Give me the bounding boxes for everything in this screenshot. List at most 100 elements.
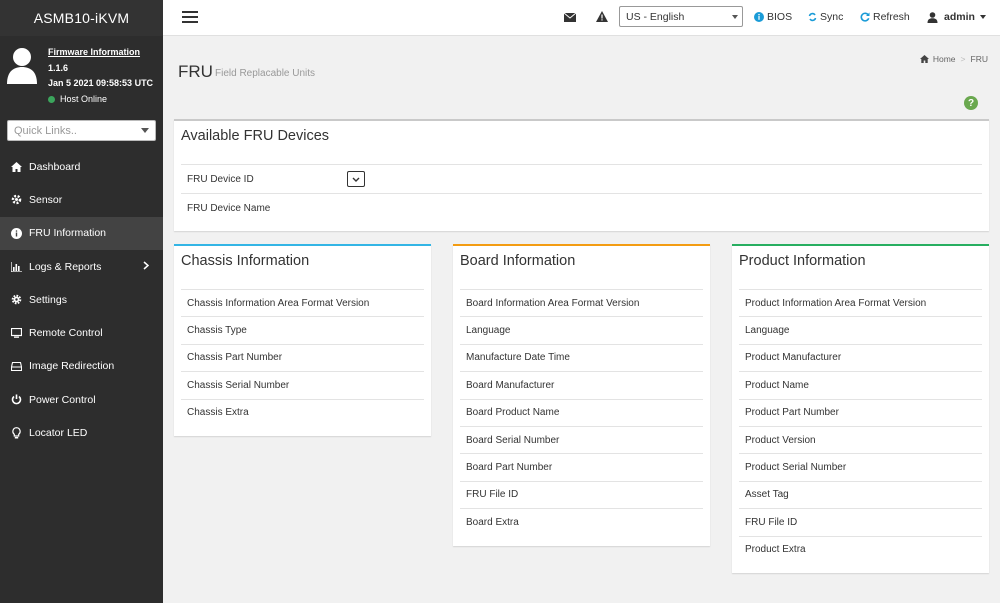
sensor-icon bbox=[11, 194, 22, 205]
info-row: Product Name bbox=[739, 371, 982, 398]
firmware-version: 1.1.6 bbox=[48, 61, 153, 77]
chevron-down-icon bbox=[352, 177, 360, 182]
user-menu[interactable]: admin bbox=[927, 11, 989, 23]
info-row: Language bbox=[739, 316, 982, 343]
sidebar-item-label: Locator LED bbox=[29, 427, 87, 439]
language-value: US - English bbox=[626, 11, 684, 23]
info-row: Manufacture Date Time bbox=[460, 344, 703, 371]
sidebar-item-logs-reports[interactable]: Logs & Reports bbox=[0, 250, 163, 283]
board-info-title: Board Information bbox=[453, 246, 710, 269]
info-row: Product Serial Number bbox=[739, 453, 982, 480]
menu-toggle-icon[interactable] bbox=[182, 11, 198, 23]
bios-button[interactable]: BIOS bbox=[754, 11, 792, 23]
user-avatar-icon bbox=[6, 46, 38, 84]
host-status: Host Online bbox=[48, 92, 153, 108]
info-row: Board Manufacturer bbox=[460, 371, 703, 398]
chevron-down-icon bbox=[141, 128, 149, 133]
info-row: FRU File ID bbox=[460, 481, 703, 508]
page-title: FRU bbox=[178, 62, 213, 82]
chassis-info-panel: Chassis Information Chassis Information … bbox=[174, 244, 431, 436]
sidebar-item-remote-control[interactable]: Remote Control bbox=[0, 316, 163, 349]
page-subtitle: Field Replacable Units bbox=[215, 68, 315, 79]
power-icon bbox=[11, 394, 22, 405]
info-row: Chassis Extra bbox=[181, 399, 424, 426]
breadcrumb-home[interactable]: Home bbox=[933, 54, 956, 64]
info-row: Product Version bbox=[739, 426, 982, 453]
refresh-label: Refresh bbox=[873, 11, 910, 23]
chart-icon bbox=[11, 261, 22, 272]
gear-icon bbox=[11, 294, 22, 305]
sidebar-item-sensor[interactable]: Sensor bbox=[0, 183, 163, 216]
fru-devices-panel: Available FRU Devices FRU Device ID FRU … bbox=[174, 119, 989, 231]
info-row: Board Extra bbox=[460, 508, 703, 535]
info-row: Product Extra bbox=[739, 536, 982, 563]
sidebar-item-label: FRU Information bbox=[29, 227, 106, 239]
info-row: Board Information Area Format Version bbox=[460, 289, 703, 316]
info-row: Language bbox=[460, 316, 703, 343]
drive-icon bbox=[11, 361, 22, 372]
home-icon bbox=[920, 55, 929, 63]
sidebar-item-label: Dashboard bbox=[29, 161, 80, 173]
top-navbar: US - English BIOS Sync Refresh admin bbox=[163, 0, 1000, 36]
dashboard-icon bbox=[11, 161, 22, 172]
info-row: Chassis Part Number bbox=[181, 344, 424, 371]
warning-icon[interactable] bbox=[596, 11, 608, 22]
sidebar-item-label: Remote Control bbox=[29, 327, 103, 339]
fru-device-id-select[interactable] bbox=[347, 171, 365, 187]
refresh-button[interactable]: Refresh bbox=[860, 11, 910, 23]
info-row: Asset Tag bbox=[739, 481, 982, 508]
sync-label: Sync bbox=[820, 11, 843, 23]
sidebar-item-locator-led[interactable]: Locator LED bbox=[0, 416, 163, 449]
sync-icon bbox=[808, 12, 817, 22]
quick-links-placeholder: Quick Links.. bbox=[14, 125, 77, 137]
info-row: Chassis Serial Number bbox=[181, 371, 424, 398]
sidebar-menu: Dashboard Sensor FRU Information Logs & … bbox=[0, 150, 163, 450]
sync-button[interactable]: Sync bbox=[808, 11, 843, 23]
language-select[interactable]: US - English bbox=[619, 6, 743, 27]
sidebar-item-label: Image Redirection bbox=[29, 360, 114, 372]
quick-links-select[interactable]: Quick Links.. bbox=[7, 120, 156, 141]
info-row: Chassis Type bbox=[181, 316, 424, 343]
user-panel: Firmware Information 1.1.6 Jan 5 2021 09… bbox=[0, 36, 163, 116]
info-circle-icon bbox=[754, 12, 764, 22]
sidebar-item-settings[interactable]: Settings bbox=[0, 283, 163, 316]
sidebar-item-image-redirection[interactable]: Image Redirection bbox=[0, 350, 163, 383]
refresh-icon bbox=[860, 12, 870, 22]
sidebar-item-dashboard[interactable]: Dashboard bbox=[0, 150, 163, 183]
fru-devices-title: Available FRU Devices bbox=[174, 121, 989, 144]
product-info-title: Product Information bbox=[732, 246, 989, 269]
user-icon bbox=[927, 12, 938, 23]
firmware-info-link[interactable]: Firmware Information bbox=[48, 45, 153, 61]
info-row: Board Serial Number bbox=[460, 426, 703, 453]
info-row: Product Information Area Format Version bbox=[739, 289, 982, 316]
sidebar-item-label: Power Control bbox=[29, 394, 96, 406]
fru-device-id-label: FRU Device ID bbox=[187, 174, 347, 185]
breadcrumb: Home > FRU bbox=[920, 54, 988, 64]
brand-title[interactable]: ASMB10-iKVM bbox=[0, 0, 163, 36]
board-info-panel: Board Information Board Information Area… bbox=[453, 244, 710, 546]
info-row: Product Manufacturer bbox=[739, 344, 982, 371]
sidebar-item-label: Sensor bbox=[29, 194, 62, 206]
host-status-label: Host Online bbox=[60, 92, 107, 108]
bulb-icon bbox=[11, 428, 22, 439]
monitor-icon bbox=[11, 328, 22, 339]
sidebar-item-power-control[interactable]: Power Control bbox=[0, 383, 163, 416]
info-row: Board Product Name bbox=[460, 399, 703, 426]
breadcrumb-separator: > bbox=[961, 54, 966, 64]
sidebar-item-fru-information[interactable]: FRU Information bbox=[0, 217, 163, 250]
sidebar-item-label: Settings bbox=[29, 294, 67, 306]
bios-label: BIOS bbox=[767, 11, 792, 23]
help-icon[interactable]: ? bbox=[964, 96, 978, 110]
info-row: Board Part Number bbox=[460, 453, 703, 480]
fru-device-name-row: FRU Device Name bbox=[181, 193, 982, 222]
fru-device-name-label: FRU Device Name bbox=[187, 203, 347, 214]
info-icon bbox=[11, 228, 22, 239]
sidebar: ASMB10-iKVM Firmware Information 1.1.6 J… bbox=[0, 0, 163, 603]
firmware-date: Jan 5 2021 09:58:53 UTC bbox=[48, 76, 153, 92]
product-info-panel: Product Information Product Information … bbox=[732, 244, 989, 573]
fru-device-id-row: FRU Device ID bbox=[181, 164, 982, 193]
sidebar-item-label: Logs & Reports bbox=[29, 261, 101, 273]
envelope-icon[interactable] bbox=[564, 13, 576, 22]
chassis-info-title: Chassis Information bbox=[174, 246, 431, 269]
info-row: Product Part Number bbox=[739, 399, 982, 426]
